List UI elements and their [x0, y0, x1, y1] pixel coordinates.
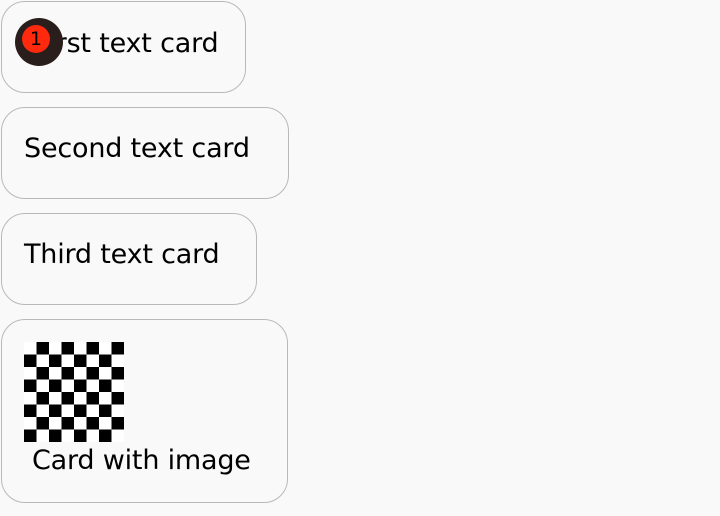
card-label: Second text card — [24, 133, 250, 164]
image-card[interactable]: Card with image — [1, 319, 288, 503]
second-text-card[interactable]: Second text card — [1, 107, 289, 199]
checkerboard-image — [24, 342, 124, 442]
third-text-card[interactable]: Third text card — [1, 213, 257, 305]
notification-badge: 1 — [15, 18, 63, 66]
card-label: Third text card — [24, 239, 220, 270]
card-label: Card with image — [32, 445, 251, 476]
badge-count: 1 — [22, 25, 50, 53]
